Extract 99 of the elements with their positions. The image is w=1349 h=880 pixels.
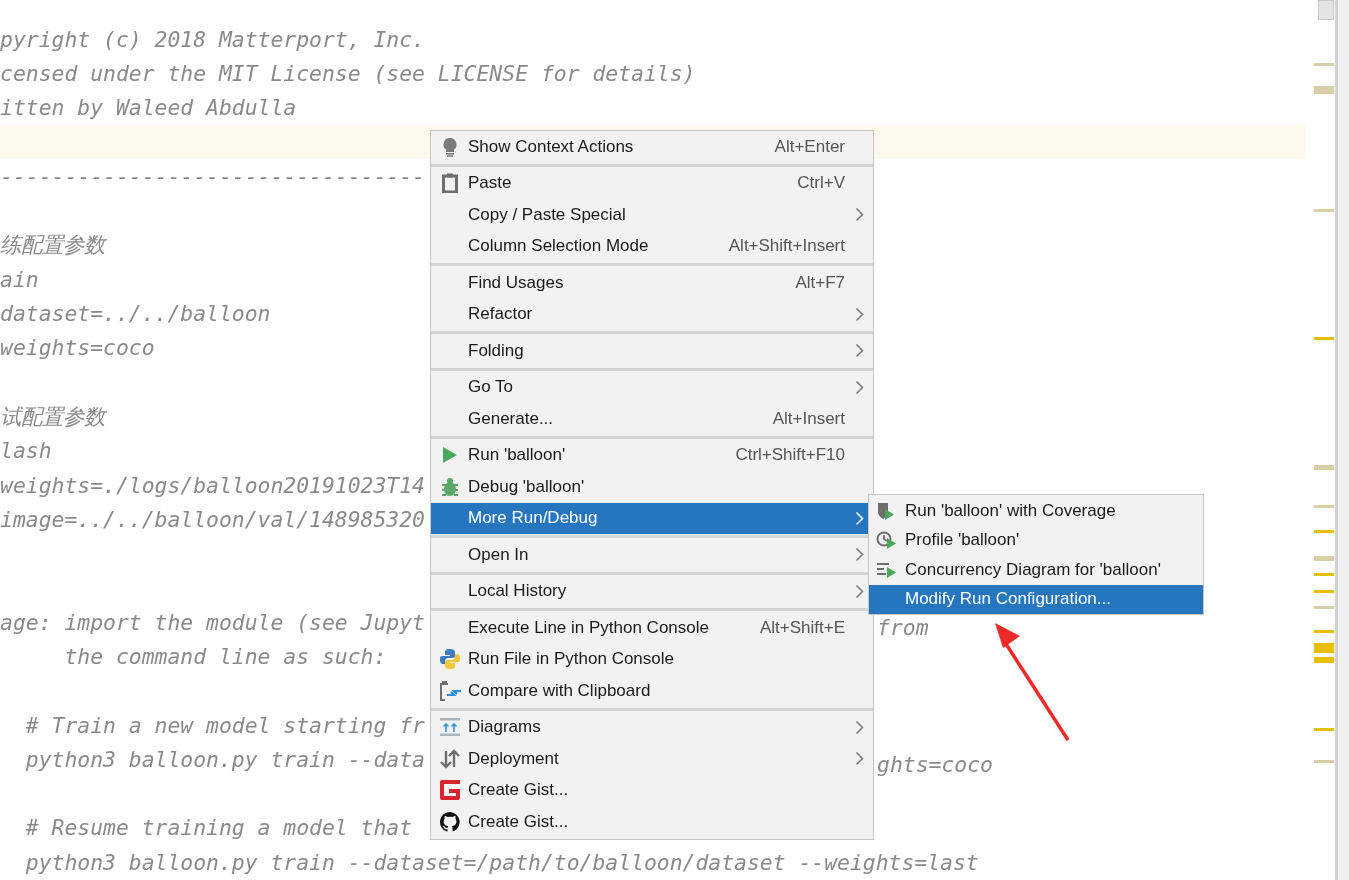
menu-item-label: Concurrency Diagram for 'balloon' xyxy=(905,559,1162,580)
code-line: age: import the module (see Jupyt xyxy=(0,609,425,635)
error-stripe-mark xyxy=(1314,630,1334,633)
menu-item-label: Show Context Actions xyxy=(468,136,635,157)
shortcut-label: Alt+Insert xyxy=(772,408,845,429)
code-line: pyright (c) 2018 Matterport, Inc. xyxy=(0,26,425,52)
shortcut-label: Ctrl+Shift+F10 xyxy=(735,445,845,466)
code-line: image=../../balloon/val/148985320 xyxy=(0,506,425,532)
error-stripe-mark xyxy=(1314,465,1334,470)
inspection-widget[interactable] xyxy=(1318,0,1334,20)
code-line: dataset=../../balloon xyxy=(0,301,271,326)
code-line: itten by Waleed Abdulla xyxy=(0,95,297,121)
menu-item-label: Create Gist... xyxy=(468,780,570,801)
shortcut-label: Alt+Enter xyxy=(774,136,845,157)
menu-item[interactable]: Run 'balloon' Ctrl+Shift+F10 xyxy=(431,439,873,471)
menu-item[interactable]: Paste Ctrl+V xyxy=(431,167,873,199)
code-line: censed under the MIT License (see LICENSE for details) xyxy=(0,60,696,86)
menu-item-label: Open In xyxy=(468,544,530,565)
menu-item-label: Run 'balloon' xyxy=(468,445,567,466)
github-icon xyxy=(438,810,461,833)
menu-item-label: Debug 'balloon' xyxy=(468,476,586,497)
error-stripe-mark xyxy=(1314,530,1334,533)
menu-item-label: Copy / Paste Special xyxy=(468,204,627,225)
menu-item[interactable]: Create Gist... xyxy=(431,806,873,838)
python-icon xyxy=(438,648,461,671)
play-icon xyxy=(441,446,458,465)
menu-item-label: Create Gist... xyxy=(468,811,570,832)
code-line: from xyxy=(877,615,929,640)
code-line: 试配置参数 xyxy=(0,402,105,431)
menu-item[interactable]: Execute Line in Python Console Alt+Shift+E xyxy=(431,612,873,644)
error-stripe-mark xyxy=(1314,63,1334,66)
up-down-arrows-icon xyxy=(438,748,461,769)
menu-item[interactable]: Create Gist... xyxy=(431,774,873,806)
error-stripe-mark xyxy=(1314,657,1334,663)
menu-item-label: Diagrams xyxy=(468,717,542,738)
letter-g-logo-icon xyxy=(437,778,462,803)
menu-item[interactable]: Copy / Paste Special xyxy=(431,199,873,231)
shortcut-label: Ctrl+V xyxy=(797,173,845,194)
error-stripe-mark xyxy=(1314,337,1334,340)
error-stripe-mark xyxy=(1314,505,1334,508)
menu-item-label: Folding xyxy=(468,340,525,361)
menu-item[interactable]: Column Selection Mode Alt+Shift+Insert xyxy=(431,230,873,262)
error-stripe-mark xyxy=(1314,643,1334,653)
menu-item[interactable]: Show Context Actions Alt+Enter xyxy=(431,131,873,163)
menu-item-label: Local History xyxy=(468,581,568,602)
menu-item-label: Modify Run Configuration... xyxy=(905,589,1112,610)
code-line: python3 balloon.py train --data xyxy=(24,746,425,772)
menu-item-label: Column Selection Mode xyxy=(468,236,650,257)
menu-item-label: Find Usages xyxy=(468,272,565,293)
menu-item-label: Compare with Clipboard xyxy=(468,680,652,701)
code-line: weights=./logs/balloon20191023T14 xyxy=(0,472,425,498)
clock-play-icon xyxy=(876,530,898,551)
code-line: 练配置参数 xyxy=(0,231,105,260)
code-line: ghts=coco xyxy=(877,753,993,777)
menu-item[interactable]: Modify Run Configuration... xyxy=(869,584,1203,614)
error-stripe-mark xyxy=(1314,556,1334,561)
menu-item[interactable]: Diagrams xyxy=(431,711,873,743)
shortcut-label: Alt+Shift+Insert xyxy=(728,236,845,257)
code-line: # Train a new model starting fr xyxy=(24,712,425,738)
menu-item[interactable]: Find Usages Alt+F7 xyxy=(431,267,873,299)
lightbulb-icon xyxy=(441,136,458,157)
error-stripe-mark xyxy=(1314,606,1334,609)
menu-item[interactable]: Generate... Alt+Insert xyxy=(431,403,873,435)
menu-item-label: Generate... xyxy=(468,408,555,429)
menu-item-label: Go To xyxy=(468,377,515,398)
error-stripe-mark xyxy=(1314,590,1334,593)
code-line: python3 balloon.py train --dataset=/path/to/balloon/dataset --weights=last xyxy=(24,849,979,875)
error-stripe-mark xyxy=(1314,573,1334,576)
menu-item[interactable]: Compare with Clipboard xyxy=(431,675,873,707)
error-stripe-mark xyxy=(1314,760,1334,763)
bug-icon xyxy=(440,476,459,497)
menu-item-label: Refactor xyxy=(468,304,534,325)
code-line: weights=coco xyxy=(0,335,155,361)
menu-item[interactable]: Folding xyxy=(431,335,873,367)
error-stripe-mark xyxy=(1314,209,1334,212)
menu-item[interactable]: Deployment xyxy=(431,743,873,775)
error-stripe-mark xyxy=(1314,728,1334,731)
code-line: --------------------------------- xyxy=(0,163,425,189)
menu-item-label: Run File in Python Console xyxy=(468,649,675,670)
menu-item[interactable]: Run File in Python Console xyxy=(431,643,873,675)
menu-item-label: Run 'balloon' with Coverage xyxy=(905,500,1117,521)
code-line: lash xyxy=(0,438,52,464)
code-line: ain xyxy=(0,266,39,292)
menu-item-label: Paste xyxy=(468,173,513,194)
code-line: the command line as such: xyxy=(63,644,387,669)
shortcut-label: Alt+Shift+E xyxy=(759,617,845,638)
menu-item[interactable]: Go To xyxy=(431,371,873,403)
menu-item-label: Profile 'balloon' xyxy=(905,530,1021,551)
shortcut-label: Alt+F7 xyxy=(795,272,845,293)
error-stripe-mark xyxy=(1314,86,1334,94)
compare-icon xyxy=(437,679,462,702)
clipboard-icon xyxy=(441,173,458,194)
menu-item-label: Execute Line in Python Console xyxy=(468,617,710,638)
scrollbar[interactable] xyxy=(1335,0,1349,880)
menu-item-label: More Run/Debug xyxy=(468,508,599,529)
diagram-icon xyxy=(438,717,461,738)
menu-item[interactable]: Refactor xyxy=(431,298,873,330)
menu-item-label: Deployment xyxy=(468,748,560,769)
code-line: # Resume training a model that xyxy=(24,815,413,841)
